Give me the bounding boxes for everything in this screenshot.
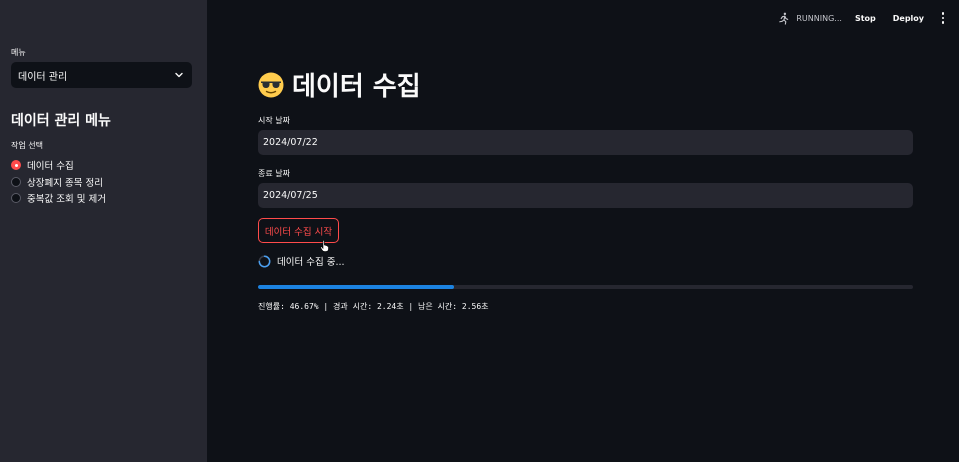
progress-bar-fill <box>258 285 454 289</box>
radio-unchecked-icon[interactable] <box>11 176 21 187</box>
sidebar-title: 데이터 관리 메뉴 <box>11 113 111 129</box>
loading-status: 데이터 수집 중... <box>258 254 345 268</box>
radio-option-label: 중복값 조회 및 제거 <box>27 194 106 206</box>
chevron-down-icon <box>174 70 184 80</box>
sidebar: 메뉴 데이터 관리 데이터 관리 메뉴 작업 선택 데이터 수집 상장폐지 종목… <box>0 0 207 462</box>
deploy-button[interactable]: Deploy <box>893 14 924 23</box>
task-radio-label: 작업 선택 <box>11 141 43 150</box>
radio-option-label: 데이터 수집 <box>27 161 74 173</box>
hand-pointer-icon <box>320 240 329 252</box>
radio-option-duplicate-check[interactable]: 중복값 조회 및 제거 <box>11 190 106 207</box>
running-man-icon <box>779 12 789 25</box>
radio-unchecked-icon[interactable] <box>11 193 21 204</box>
task-radio-group: 데이터 수집 상장폐지 종목 정리 중복값 조회 및 제거 <box>11 157 106 207</box>
progress-bar <box>258 285 913 289</box>
menu-select-label: 메뉴 <box>11 48 26 57</box>
start-date-label: 시작 날짜 <box>258 116 290 125</box>
end-date-label: 종료 날짜 <box>258 169 290 178</box>
sunglasses-emoji-icon <box>258 72 284 97</box>
stop-button[interactable]: Stop <box>855 14 876 23</box>
radio-checked-icon[interactable] <box>11 160 21 171</box>
radio-option-label: 상장폐지 종목 정리 <box>27 177 103 189</box>
running-status: RUNNING... <box>777 12 842 25</box>
kebab-menu-icon[interactable] <box>941 12 945 24</box>
page-title: 데이터 수집 <box>292 72 421 102</box>
end-date-input[interactable] <box>258 183 913 208</box>
running-status-text: RUNNING... <box>796 13 842 23</box>
radio-option-delisted-cleanup[interactable]: 상장폐지 종목 정리 <box>11 174 106 191</box>
app-toolbar: RUNNING... Stop Deploy <box>777 8 945 28</box>
menu-select-value: 데이터 관리 <box>18 71 68 83</box>
loading-text: 데이터 수집 중... <box>277 257 345 268</box>
menu-select[interactable]: 데이터 관리 <box>11 62 192 88</box>
radio-option-data-collect[interactable]: 데이터 수집 <box>11 157 106 174</box>
spinner-icon <box>258 255 271 267</box>
progress-status-text: 진행률: 46.67% | 경과 시간: 2.24초 | 남은 시간: 2.56… <box>258 302 489 311</box>
start-date-input[interactable] <box>258 130 913 155</box>
page-title-row: 데이터 수집 <box>258 66 421 103</box>
